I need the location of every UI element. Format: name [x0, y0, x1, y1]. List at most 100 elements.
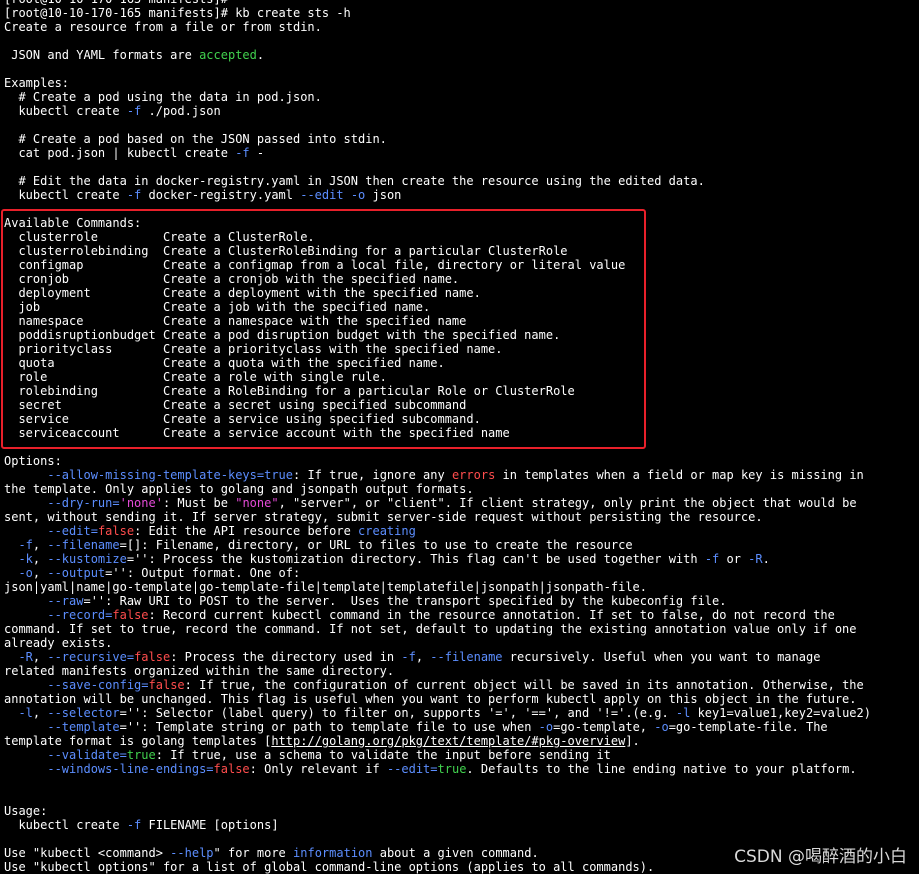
terminal-line: --save-config=false: If true, the config… — [4, 678, 917, 692]
terminal-text: key1=value1,key2=value2) — [690, 706, 871, 720]
terminal-line: --validate=true: If true, use a schema t… — [4, 748, 917, 762]
terminal-text: --selector — [47, 706, 120, 720]
terminal-line: kubectl create -f FILENAME [options] — [4, 818, 917, 832]
terminal-text: false — [112, 608, 149, 622]
terminal-line: Options: — [4, 454, 917, 468]
terminal-text: --record= — [47, 608, 113, 622]
terminal-text: json — [365, 188, 402, 202]
terminal-text: docker-registry.yaml — [141, 188, 301, 202]
terminal-text: --output — [47, 566, 106, 580]
terminal-text: : If true, use a schema to validate the … — [155, 748, 611, 762]
terminal-text: "none" — [235, 496, 279, 510]
terminal-line: command. If set to true, record the comm… — [4, 622, 917, 636]
terminal-text: -R — [748, 552, 763, 566]
terminal-text: ./pod.json — [141, 104, 221, 118]
terminal-text: -f — [401, 650, 416, 664]
terminal-text: Options: — [4, 454, 62, 468]
terminal-line: related manifests organized within the s… — [4, 664, 917, 678]
terminal-text: --raw — [47, 594, 84, 608]
terminal-text: , — [32, 538, 48, 552]
terminal-text: : If true, ignore any — [293, 468, 452, 482]
terminal-text: kubectl create — [4, 818, 127, 832]
terminal-line: -k, --kustomize='': Process the kustomiz… — [4, 552, 917, 566]
terminal-text: -k — [18, 552, 33, 566]
terminal-text: --allow-missing-template-keys=true — [47, 468, 293, 482]
terminal-line: [root@10-10-170-165 manifests]# kb creat… — [4, 6, 917, 20]
terminal-text: true — [126, 748, 156, 762]
terminal-text: , — [32, 706, 48, 720]
terminal-text: ='': Raw URI to POST to the server. Uses… — [83, 594, 727, 608]
terminal-text: . — [762, 552, 770, 566]
terminal-text: about a given command. — [372, 846, 539, 860]
terminal-text: -f — [18, 538, 33, 552]
terminal-text: json|yaml|name|go-template|go-template-f… — [4, 580, 647, 594]
terminal-text: or — [719, 552, 749, 566]
watermark: CSDN @喝醉酒的小白 — [734, 847, 907, 867]
terminal-text: , — [415, 650, 431, 664]
terminal-line: Create a resource from a file or from st… — [4, 20, 917, 34]
terminal-line: kubectl create -f docker-registry.yaml -… — [4, 188, 917, 202]
terminal-text: already exists. — [4, 636, 113, 650]
terminal-text: --help — [170, 846, 214, 860]
terminal-text: # Create a pod based on the JSON passed … — [4, 132, 387, 146]
terminal-text: errors — [451, 468, 496, 482]
terminal-text: -l — [675, 706, 691, 720]
terminal-text: : Only relevant if — [249, 762, 387, 776]
terminal-text: --recursive= — [47, 650, 135, 664]
terminal-text: ='': Template string or path to template… — [119, 720, 539, 734]
terminal-line: cat pod.json | kubectl create -f - — [4, 146, 917, 160]
terminal-text: information — [293, 846, 373, 860]
terminal-line: --allow-missing-template-keys=true: If t… — [4, 468, 917, 482]
terminal-text: 'none' — [119, 496, 163, 510]
terminal-text: Create a resource from a file or from st… — [4, 20, 322, 34]
terminal-line: --raw='': Raw URI to POST to the server.… — [4, 594, 917, 608]
terminal-line: kubectl create -f ./pod.json — [4, 104, 917, 118]
terminal-line: the template. Only applies to golang and… — [4, 482, 917, 496]
terminal-text: , "server", or "client". If client strat… — [278, 496, 857, 510]
terminal-text: sent, without sending it. If server stra… — [4, 510, 763, 524]
terminal-line: annotation will be unchanged. This flag … — [4, 692, 917, 706]
terminal-line: Usage: — [4, 804, 917, 818]
terminal-text: kubectl create — [4, 188, 127, 202]
terminal-text: , — [32, 650, 48, 664]
terminal-text: cat pod.json | kubectl create — [4, 146, 236, 160]
terminal-text: # Edit the data in docker-registry.yaml … — [4, 174, 705, 188]
terminal-line: --record=false: Record current kubectl c… — [4, 608, 917, 622]
terminal-text: ='': Selector (label query) to filter on… — [119, 706, 676, 720]
terminal-text: -o — [350, 188, 366, 202]
terminal-text: Usage: — [4, 804, 48, 818]
terminal-line: -R, --recursive=false: Process the direc… — [4, 650, 917, 664]
terminal-text: false — [148, 678, 185, 692]
terminal-text: command. If set to true, record the comm… — [4, 622, 857, 636]
terminal-line: --template='': Template string or path t… — [4, 720, 917, 734]
terminal-line: -o, --output='': Output format. One of: — [4, 566, 917, 580]
terminal-text: Use "kubectl <command> — [4, 846, 171, 860]
terminal-text: Use "kubectl options" for a list of glob… — [4, 860, 655, 874]
terminal-text: --validate= — [47, 748, 127, 762]
terminal-line: --edit=false: Edit the API resource befo… — [4, 524, 917, 538]
terminal-text: kubectl create — [4, 104, 127, 118]
terminal-text: [root@10-10-170-165 manifests]# kb creat… — [4, 6, 351, 20]
terminal-text: false — [97, 524, 135, 538]
terminal-text: --edit= — [47, 524, 98, 538]
terminal-text: ]. — [625, 734, 640, 748]
terminal-text: --save-config= — [47, 678, 149, 692]
url-link[interactable]: http://golang.org/pkg/text/template/#pkg… — [271, 734, 625, 748]
terminal-text: " for more — [213, 846, 294, 860]
available-commands-highlight-box — [1, 209, 646, 449]
terminal-text: --filename — [430, 650, 503, 664]
terminal-text: : If true, the configuration of current … — [184, 678, 864, 692]
terminal-text: : Record current kubectl command in the … — [148, 608, 835, 622]
